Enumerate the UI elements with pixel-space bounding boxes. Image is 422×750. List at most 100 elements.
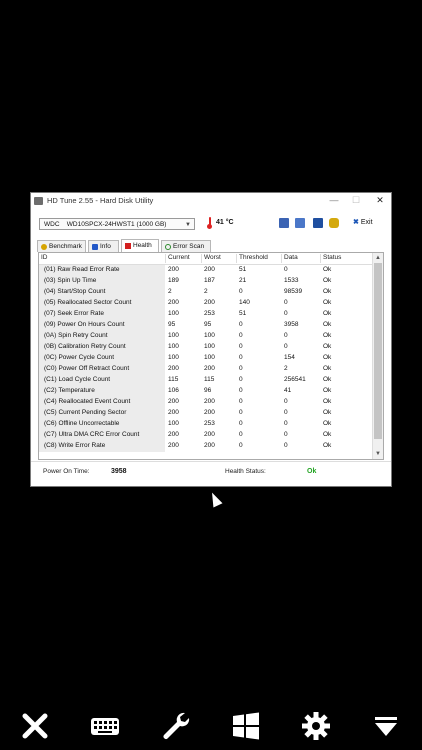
attr-threshold-cell: 0	[239, 398, 243, 405]
tab-benchmark[interactable]: Benchmark	[37, 240, 86, 252]
temperature-value: 41 °C	[216, 219, 234, 226]
attr-id-cell: (0B) Calibration Retry Count	[44, 343, 126, 350]
table-row[interactable]: (C7) Ultra DMA CRC Error Count 200 200 0 0 Ok	[39, 430, 373, 441]
attr-data-cell: 0	[284, 266, 288, 273]
column-header-id[interactable]: ID	[39, 254, 165, 263]
attr-status-cell: Ok	[323, 321, 332, 328]
attr-worst-cell: 200	[204, 431, 215, 438]
column-header-threshold[interactable]: Threshold	[236, 254, 281, 263]
vertical-scrollbar[interactable]: ▲ ▼	[372, 253, 383, 459]
table-row[interactable]: (0C) Power Cycle Count 100 100 0 154 Ok	[39, 353, 373, 364]
tab-info[interactable]: Info	[88, 240, 119, 252]
attr-threshold-cell: 0	[239, 420, 243, 427]
attr-threshold-cell: 21	[239, 277, 247, 284]
attr-id-cell: (05) Reallocated Sector Count	[44, 299, 132, 306]
exit-label: Exit	[360, 219, 373, 226]
column-header-current[interactable]: Current	[165, 254, 201, 263]
table-row[interactable]: (09) Power On Hours Count 95 95 0 3958 Ok	[39, 320, 373, 331]
attr-data-cell: 0	[284, 310, 288, 317]
tab-health[interactable]: Health	[121, 239, 159, 253]
maximize-button[interactable]: ☐	[349, 195, 363, 206]
wrench-icon[interactable]	[160, 710, 192, 742]
attr-status-cell: Ok	[323, 365, 332, 372]
status-bar: Power On Time: 3958 Health Status: Ok	[31, 461, 391, 486]
table-header: ID Current Worst Threshold Data Status	[39, 253, 373, 265]
attr-id-cell: (01) Raw Read Error Rate	[44, 266, 120, 273]
scroll-down-icon[interactable]: ▼	[373, 449, 383, 459]
attr-current-cell: 95	[168, 321, 176, 328]
attr-id-cell: (04) Start/Stop Count	[44, 288, 106, 295]
attr-worst-cell: 2	[204, 288, 208, 295]
table-row[interactable]: (07) Seek Error Rate 100 253 51 0 Ok	[39, 309, 373, 320]
tab-error-scan[interactable]: Error Scan	[161, 240, 211, 252]
attr-status-cell: Ok	[323, 299, 332, 306]
table-row[interactable]: (C8) Write Error Rate 200 200 0 0 Ok	[39, 441, 373, 452]
attr-id-cell: (C6) Offline Uncorrectable	[44, 420, 120, 427]
attr-current-cell: 200	[168, 442, 179, 449]
keyboard-icon[interactable]	[89, 710, 121, 742]
attr-worst-cell: 100	[204, 343, 215, 350]
dropdown-icon[interactable]	[370, 710, 402, 742]
close-icon[interactable]	[19, 710, 51, 742]
attr-worst-cell: 253	[204, 420, 215, 427]
column-header-status[interactable]: Status	[320, 254, 373, 263]
copy-info-icon[interactable]	[279, 218, 289, 228]
attr-status-cell: Ok	[323, 288, 332, 295]
close-window-button[interactable]: ✕	[373, 195, 387, 206]
attr-threshold-cell: 51	[239, 310, 247, 317]
attr-status-cell: Ok	[323, 387, 332, 394]
minimize-button[interactable]: —	[327, 195, 341, 205]
attr-worst-cell: 95	[204, 321, 212, 328]
attr-threshold-cell: 0	[239, 409, 243, 416]
column-header-data[interactable]: Data	[281, 254, 320, 263]
attr-current-cell: 100	[168, 343, 179, 350]
attr-id-cell: (C7) Ultra DMA CRC Error Count	[44, 431, 140, 438]
attr-id-cell: (09) Power On Hours Count	[44, 321, 125, 328]
magnifier-icon	[165, 244, 171, 250]
attr-worst-cell: 115	[204, 376, 215, 383]
copy-screen-icon[interactable]	[295, 218, 305, 228]
table-row[interactable]: (05) Reallocated Sector Count 200 200 140 0 O…	[39, 298, 373, 309]
attr-id-cell: (C1) Load Cycle Count	[44, 376, 111, 383]
scroll-up-icon[interactable]: ▲	[373, 253, 383, 263]
attr-data-cell: 2	[284, 365, 288, 372]
exit-button[interactable]: ✖ Exit	[353, 218, 373, 226]
table-row[interactable]: (C6) Offline Uncorrectable 100 253 0 0 Ok	[39, 419, 373, 430]
gear-icon[interactable]	[300, 710, 332, 742]
attr-threshold-cell: 0	[239, 387, 243, 394]
table-row[interactable]: (C0) Power Off Retract Count 200 200 0 2 Ok	[39, 364, 373, 375]
attr-id-cell: (03) Spin Up Time	[44, 277, 97, 284]
attr-current-cell: 200	[168, 431, 179, 438]
attr-status-cell: Ok	[323, 332, 332, 339]
table-row[interactable]: (01) Raw Read Error Rate 200 200 51 0 Ok	[39, 265, 373, 276]
table-row[interactable]: (C5) Current Pending Sector 200 200 0 0 Ok	[39, 408, 373, 419]
table-row[interactable]: (C2) Temperature 106 96 0 41 Ok	[39, 386, 373, 397]
attr-data-cell: 0	[284, 398, 288, 405]
power-on-time-value: 3958	[111, 468, 127, 475]
attr-current-cell: 200	[168, 365, 179, 372]
table-row[interactable]: (03) Spin Up Time 189 187 21 1533 Ok	[39, 276, 373, 287]
table-row[interactable]: (0B) Calibration Retry Count 100 100 0 0 Ok	[39, 342, 373, 353]
attr-current-cell: 100	[168, 420, 179, 427]
table-row[interactable]: (C4) Reallocated Event Count 200 200 0 0 Ok	[39, 397, 373, 408]
title-bar[interactable]: HD Tune 2.55 - Hard Disk Utility — ☐ ✕	[31, 193, 391, 211]
attr-id-cell: (0C) Power Cycle Count	[44, 354, 115, 361]
attr-worst-cell: 253	[204, 310, 215, 317]
windows-icon[interactable]	[230, 710, 262, 742]
attr-threshold-cell: 0	[239, 431, 243, 438]
attr-status-cell: Ok	[323, 266, 332, 273]
table-row[interactable]: (C1) Load Cycle Count 115 115 0 256541 Ok	[39, 375, 373, 386]
attr-current-cell: 200	[168, 398, 179, 405]
scroll-thumb[interactable]	[374, 263, 382, 439]
save-icon[interactable]	[313, 218, 323, 228]
attr-status-cell: Ok	[323, 409, 332, 416]
options-icon[interactable]	[329, 218, 339, 228]
drive-select[interactable]: WDC WD10SPCX-24HWST1 (1000 GB) ▼	[39, 218, 195, 230]
column-header-worst[interactable]: Worst	[201, 254, 236, 263]
attr-worst-cell: 200	[204, 266, 215, 273]
drive-select-value: WDC WD10SPCX-24HWST1 (1000 GB)	[44, 221, 167, 228]
attr-current-cell: 200	[168, 409, 179, 416]
table-row[interactable]: (0A) Spin Retry Count 100 100 0 0 Ok	[39, 331, 373, 342]
table-row[interactable]: (04) Start/Stop Count 2 2 0 98539 Ok	[39, 287, 373, 298]
attr-current-cell: 189	[168, 277, 179, 284]
